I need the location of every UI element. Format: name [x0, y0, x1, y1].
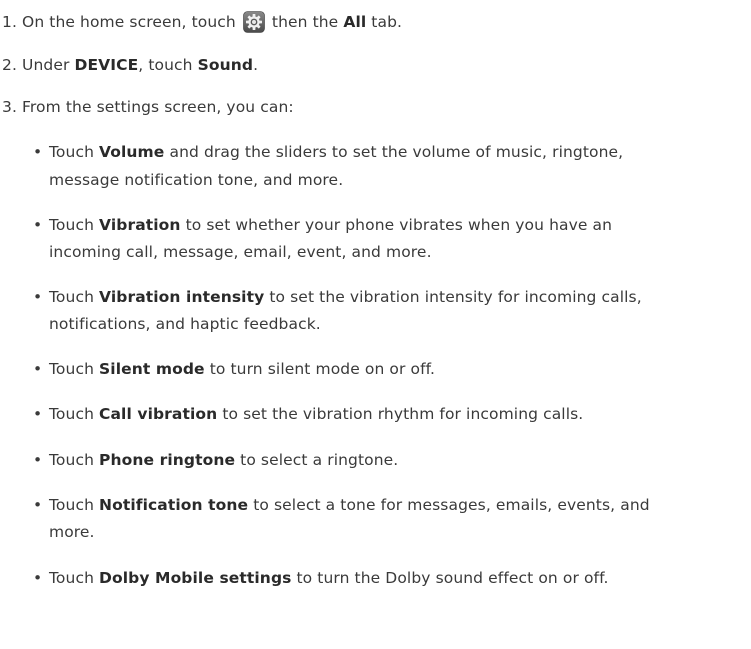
list-item: • Touch Phone ringtone to select a ringto… [33, 451, 399, 469]
bullet-dot: • [33, 451, 43, 469]
notification-tone-label: Notification tone [99, 496, 249, 514]
all-tab-label: All [343, 13, 367, 31]
step-text: , touch [138, 56, 198, 74]
step-text: then the [266, 13, 344, 31]
list-item-continuation: notifications, and haptic feedback. [49, 315, 321, 333]
list-item: • Touch Dolby Mobile settings to turn the… [33, 569, 609, 587]
bullet-dot: • [33, 496, 43, 514]
list-item-continuation: message notification tone, and more. [49, 171, 344, 189]
bullet-dot: • [33, 569, 43, 587]
step-text: From the settings screen, you can: [17, 98, 294, 116]
step-text: Under [17, 56, 75, 74]
instruction-page: 1. On the home screen, touch then the Al… [0, 0, 751, 649]
list-item: • Touch Volume and drag the sliders to se… [33, 143, 624, 161]
bullet-dot: • [33, 143, 43, 161]
list-item: • Touch Notification tone to select a ton… [33, 496, 650, 514]
settings-gear-icon [243, 11, 265, 33]
step-number: 3. [2, 98, 17, 116]
call-vibration-label: Call vibration [99, 405, 218, 423]
vibration-label: Vibration [99, 216, 181, 234]
step-number: 1. [2, 13, 17, 31]
step-text: tab. [366, 13, 403, 31]
bullet-dot: • [33, 216, 43, 234]
step-text: . [253, 56, 259, 74]
silent-mode-label: Silent mode [99, 360, 205, 378]
vibration-intensity-label: Vibration intensity [99, 288, 265, 306]
list-item: • Touch Vibration to set whether your pho… [33, 216, 613, 234]
step-1: 1. On the home screen, touch then the Al… [2, 11, 402, 33]
sound-menu-label: Sound [197, 56, 254, 74]
step-text: On the home screen, touch [17, 13, 241, 31]
step-3: 3. From the settings screen, you can: [2, 96, 294, 118]
step-2: 2. Under DEVICE, touch Sound. [2, 54, 258, 76]
bullet-dot: • [33, 288, 43, 306]
device-section-label: DEVICE [74, 56, 139, 74]
dolby-mobile-settings-label: Dolby Mobile settings [99, 569, 292, 587]
list-item: • Touch Vibration intensity to set the vi… [33, 288, 642, 306]
list-item-continuation: incoming call, message, email, event, an… [49, 243, 432, 261]
bullet-dot: • [33, 405, 43, 423]
bullet-dot: • [33, 360, 43, 378]
list-item: • Touch Call vibration to set the vibrati… [33, 405, 584, 423]
volume-label: Volume [99, 143, 165, 161]
list-item-continuation: more. [49, 523, 95, 541]
step-number: 2. [2, 56, 17, 74]
phone-ringtone-label: Phone ringtone [99, 451, 236, 469]
list-item: • Touch Silent mode to turn silent mode o… [33, 360, 436, 378]
